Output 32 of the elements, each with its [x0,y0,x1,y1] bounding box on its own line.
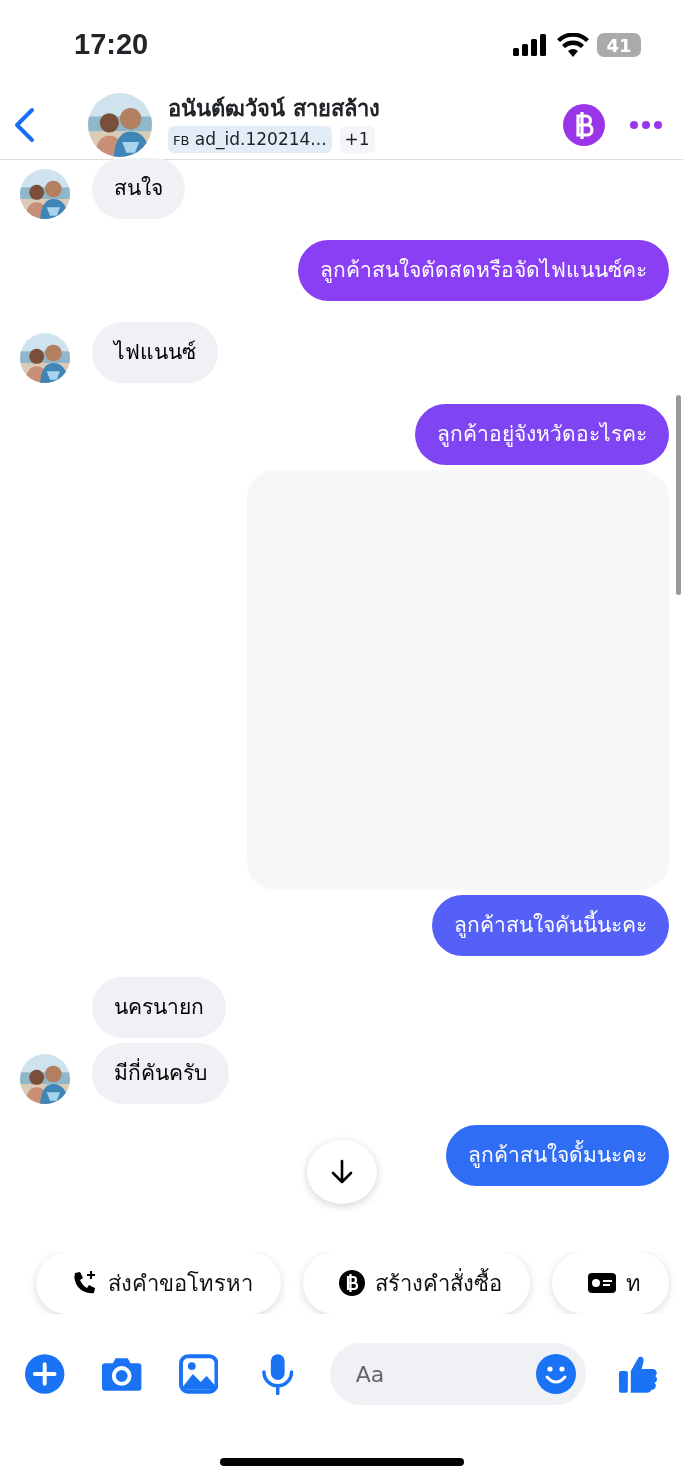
scroll-down-button[interactable] [307,1140,377,1204]
message-bubble: ลูกค้าสนใจคันนี้นะคะ [432,895,669,956]
baht-icon[interactable] [563,103,605,146]
baht-icon [339,1270,365,1296]
id-card-icon [588,1273,616,1293]
quick-action-button[interactable]: ส่งคำขอโทรหา [36,1252,281,1314]
contact-name: อนันต์ฒวัจน์ สายสล้าง [168,95,381,122]
message-bubble: สนใจ [92,158,185,219]
status-time: 17:20 [74,27,149,63]
message-bubble: ลูกค้าสนใจดั้มนะคะ [446,1125,669,1186]
microphone-icon[interactable] [260,1353,296,1395]
message-bubble: ลูกค้าอยู่จังหวัดอะไรคะ [415,404,669,465]
message-bubble: ไฟแนนซ์ [92,322,218,383]
quick-action-button[interactable]: ท [552,1252,669,1314]
down-arrow-icon [331,1159,353,1185]
quick-action-button[interactable]: สร้างคำสั่งซื้อ [303,1252,530,1314]
more-tags-count: +1 [339,125,375,154]
wifi-icon [557,33,589,57]
signal-icon [513,34,549,56]
image-icon[interactable] [178,1354,219,1394]
phone-plus-icon [72,1270,98,1296]
emoji-icon[interactable] [535,1354,576,1394]
add-icon[interactable] [24,1353,66,1395]
message-field[interactable]: Aa [329,1343,586,1405]
message-bubble: ลูกค้าสนใจตัดสดหรือจัดไฟแนนซ์คะ [298,240,669,301]
battery-icon: 41 [597,33,641,57]
message-bubble: มีกี่คันครับ [92,1043,229,1104]
camera-icon[interactable] [101,1356,143,1392]
message-bubble: นครนายก [92,977,226,1038]
ad-tag: FB ad_id.120214... [168,125,332,154]
back-icon[interactable] [12,106,36,143]
more-icon[interactable] [629,119,663,130]
